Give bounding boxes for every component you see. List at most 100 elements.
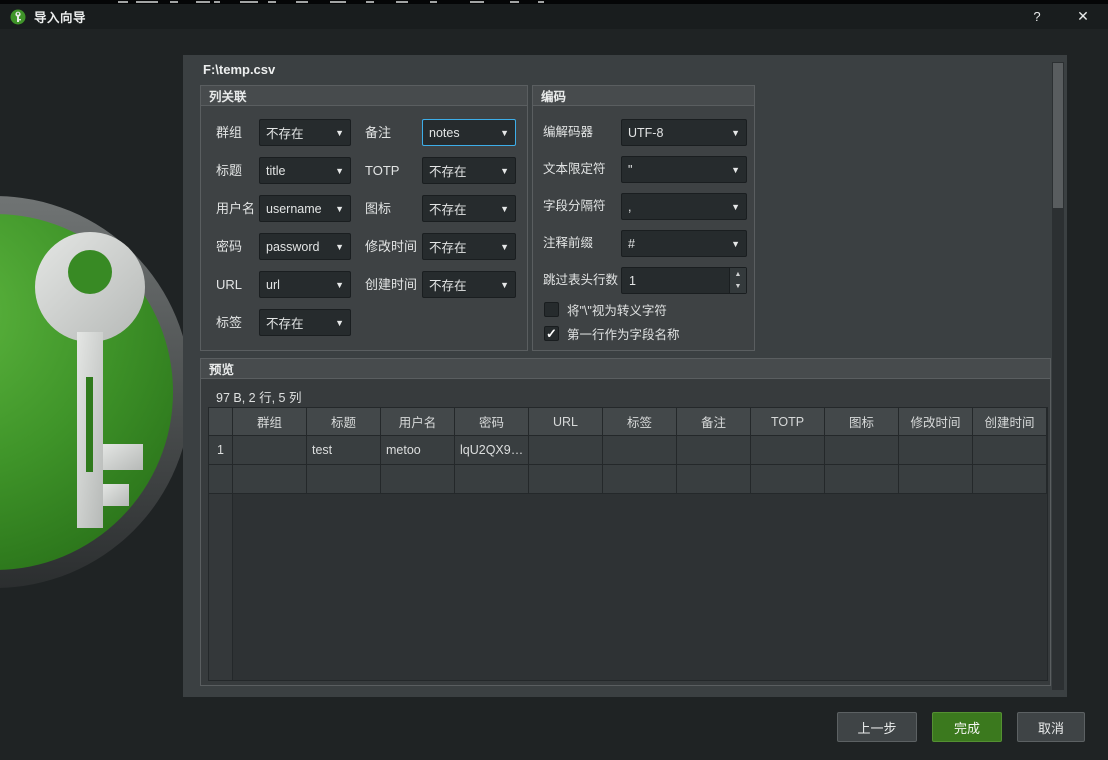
column-header[interactable]: 修改时间 [899, 408, 973, 436]
chevron-down-icon: ▼ [731, 202, 740, 212]
field-label: 创建时间 [365, 271, 417, 298]
combo-group[interactable]: 不存在 ▼ [259, 119, 351, 146]
column-header[interactable]: 群组 [233, 408, 307, 436]
file-path: F:\temp.csv [203, 62, 275, 77]
table-cell[interactable] [307, 465, 381, 494]
combo-totp[interactable]: 不存在 ▼ [422, 157, 516, 184]
chevron-down-icon: ▼ [335, 242, 344, 252]
combo-notes[interactable]: notes ▼ [422, 119, 516, 146]
combo-value: url [266, 278, 280, 292]
scrollbar-thumb[interactable] [1053, 63, 1063, 208]
table-cell[interactable] [825, 436, 899, 465]
combo-value: 不存在 [266, 123, 304, 142]
table-cell[interactable] [973, 465, 1047, 494]
checkbox-label: 第一行作为字段名称 [567, 324, 680, 343]
combo-value: username [266, 202, 322, 216]
combo-modified-time[interactable]: 不存在 ▼ [422, 233, 516, 260]
column-header[interactable]: 备注 [677, 408, 751, 436]
spinbox-skip-header-lines[interactable]: 1 ▲ ▼ [621, 267, 747, 294]
combo-value: " [628, 163, 632, 177]
combo-comment-prefix[interactable]: # ▼ [621, 230, 747, 257]
chevron-down-icon: ▼ [500, 204, 509, 214]
import-wizard-window: 导入向导 ? ✕ F:\temp.cs [0, 0, 1108, 760]
combo-icon[interactable]: 不存在 ▼ [422, 195, 516, 222]
checkbox-backslash-escape[interactable]: ✓ 将"\"视为转义字符 [544, 300, 667, 319]
table-cell[interactable] [603, 436, 677, 465]
combo-title[interactable]: title ▼ [259, 157, 351, 184]
combo-value: title [266, 164, 285, 178]
chevron-down-icon: ▼ [731, 128, 740, 138]
chevron-down-icon: ▼ [500, 166, 509, 176]
field-label: 备注 [365, 119, 391, 146]
checkbox-box[interactable]: ✓ [544, 326, 559, 341]
combo-text-qualifier[interactable]: " ▼ [621, 156, 747, 183]
field-label: 修改时间 [365, 233, 417, 260]
table-cell[interactable]: lqU2QX9… [455, 436, 529, 465]
checkbox-label: 将"\"视为转义字符 [567, 300, 667, 319]
row-number-cell: 1 [209, 436, 233, 465]
table-cell[interactable] [381, 465, 455, 494]
group-title: 编码 [533, 86, 754, 106]
table-cell[interactable]: test [307, 436, 381, 465]
table-cell[interactable] [899, 436, 973, 465]
window-title: 导入向导 [34, 7, 86, 26]
table-cell[interactable] [973, 436, 1047, 465]
table-cell[interactable] [529, 465, 603, 494]
combo-field-separator[interactable]: , ▼ [621, 193, 747, 220]
column-association-group: 列关联 群组 不存在 ▼ 标题 title ▼ 用户名 username ▼ [200, 85, 528, 351]
field-label: 编解码器 [543, 119, 593, 146]
combo-value: 不存在 [429, 237, 467, 256]
column-header[interactable]: TOTP [751, 408, 825, 436]
field-label: TOTP [365, 157, 399, 184]
table-cell[interactable] [455, 465, 529, 494]
table-cell[interactable]: metoo [381, 436, 455, 465]
spinbox-value: 1 [622, 268, 729, 293]
spin-up-icon[interactable]: ▲ [730, 268, 746, 281]
table-cell[interactable] [233, 465, 307, 494]
checkbox-box[interactable]: ✓ [544, 302, 559, 317]
table-cell[interactable] [677, 465, 751, 494]
spin-down-icon[interactable]: ▼ [730, 281, 746, 294]
field-label: 注释前缀 [543, 230, 593, 257]
table-cell[interactable] [677, 436, 751, 465]
column-header[interactable]: 用户名 [381, 408, 455, 436]
column-header[interactable]: 密码 [455, 408, 529, 436]
column-header[interactable]: 标题 [307, 408, 381, 436]
row-number-cell [209, 465, 233, 494]
table-cell[interactable] [603, 465, 677, 494]
preview-table: 群组标题用户名密码URL标签备注TOTP图标修改时间创建时间 1 testmetoo… [208, 407, 1048, 681]
finish-button[interactable]: 完成 [932, 712, 1002, 742]
encoding-group: 编码 编解码器 UTF-8 ▼ 文本限定符 " ▼ 字段分隔符 , ▼ 注释前缀 [532, 85, 755, 351]
column-header[interactable]: 创建时间 [973, 408, 1047, 436]
combo-value: notes [429, 126, 460, 140]
combo-created-time[interactable]: 不存在 ▼ [422, 271, 516, 298]
close-icon[interactable]: ✕ [1066, 4, 1100, 29]
chevron-down-icon: ▼ [731, 239, 740, 249]
combo-value: 不存在 [266, 313, 304, 332]
panel-scrollbar[interactable] [1052, 62, 1064, 690]
column-header[interactable]: 图标 [825, 408, 899, 436]
table-cell[interactable] [751, 465, 825, 494]
check-icon: ✓ [546, 327, 557, 340]
table-cell[interactable] [233, 436, 307, 465]
table-cell[interactable] [529, 436, 603, 465]
combo-url[interactable]: url ▼ [259, 271, 351, 298]
back-button[interactable]: 上一步 [837, 712, 917, 742]
combo-codec[interactable]: UTF-8 ▼ [621, 119, 747, 146]
combo-tags[interactable]: 不存在 ▼ [259, 309, 351, 336]
combo-username[interactable]: username ▼ [259, 195, 351, 222]
cancel-button[interactable]: 取消 [1017, 712, 1085, 742]
column-header[interactable]: URL [529, 408, 603, 436]
combo-password[interactable]: password ▼ [259, 233, 351, 260]
chevron-down-icon: ▼ [500, 280, 509, 290]
table-cell[interactable] [825, 465, 899, 494]
table-cell[interactable] [899, 465, 973, 494]
table-cell[interactable] [751, 436, 825, 465]
wizard-panel: F:\temp.csv 列关联 群组 不存在 ▼ 标题 title ▼ 用户名 … [183, 55, 1067, 697]
combo-value: # [628, 237, 635, 251]
chevron-down-icon: ▼ [335, 166, 344, 176]
checkbox-first-line-field-names[interactable]: ✓ 第一行作为字段名称 [544, 324, 680, 343]
spinbox-buttons[interactable]: ▲ ▼ [729, 268, 746, 293]
column-header[interactable]: 标签 [603, 408, 677, 436]
help-button[interactable]: ? [1020, 4, 1054, 29]
